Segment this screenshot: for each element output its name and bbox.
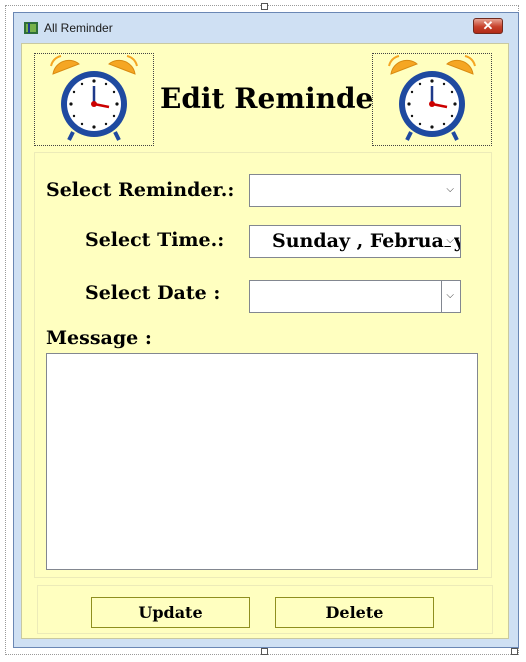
- chevron-down-icon[interactable]: ⌵: [446, 290, 454, 301]
- form-client-area: Edit Reminder Select Reminder.: ⌵ Select…: [21, 43, 509, 639]
- clock-picture-left: [34, 53, 154, 146]
- update-button[interactable]: Update: [91, 597, 250, 628]
- close-button[interactable]: ✕: [473, 18, 503, 34]
- reminder-window: All Reminder ✕ Edit Reminder Select Remi…: [13, 12, 519, 648]
- resize-handle-corner[interactable]: [511, 648, 518, 655]
- alarm-clock-icon: [50, 55, 138, 141]
- close-icon: ✕: [482, 18, 494, 33]
- reminder-label: Select Reminder.:: [46, 179, 235, 201]
- clock-picture-right: [372, 53, 492, 146]
- reminder-select[interactable]: ⌵: [249, 174, 461, 207]
- date-select[interactable]: ⌵: [249, 280, 461, 313]
- resize-handle-top[interactable]: [261, 3, 268, 10]
- time-picker-value: Sunday , February: [272, 230, 461, 252]
- window-title: All Reminder: [44, 21, 113, 35]
- chevron-down-icon[interactable]: ⌵: [444, 235, 454, 246]
- time-picker[interactable]: Sunday , February ⌵: [249, 225, 461, 258]
- delete-button[interactable]: Delete: [275, 597, 434, 628]
- chevron-down-icon[interactable]: ⌵: [446, 184, 454, 195]
- form-group: Select Reminder.: ⌵ Select Time.: Sunday…: [34, 152, 492, 578]
- message-label: Message :: [46, 327, 152, 349]
- time-label: Select Time.:: [85, 229, 225, 251]
- alarm-clock-icon: [388, 55, 476, 141]
- resize-handle-bottom[interactable]: [261, 648, 268, 655]
- button-group: Update Delete: [37, 585, 493, 634]
- app-icon: [24, 22, 38, 34]
- date-label: Select Date :: [85, 282, 221, 304]
- message-textarea[interactable]: [46, 353, 478, 570]
- page-title: Edit Reminder: [160, 82, 372, 115]
- dropdown-separator: [441, 281, 442, 312]
- title-bar[interactable]: All Reminder ✕: [14, 13, 518, 43]
